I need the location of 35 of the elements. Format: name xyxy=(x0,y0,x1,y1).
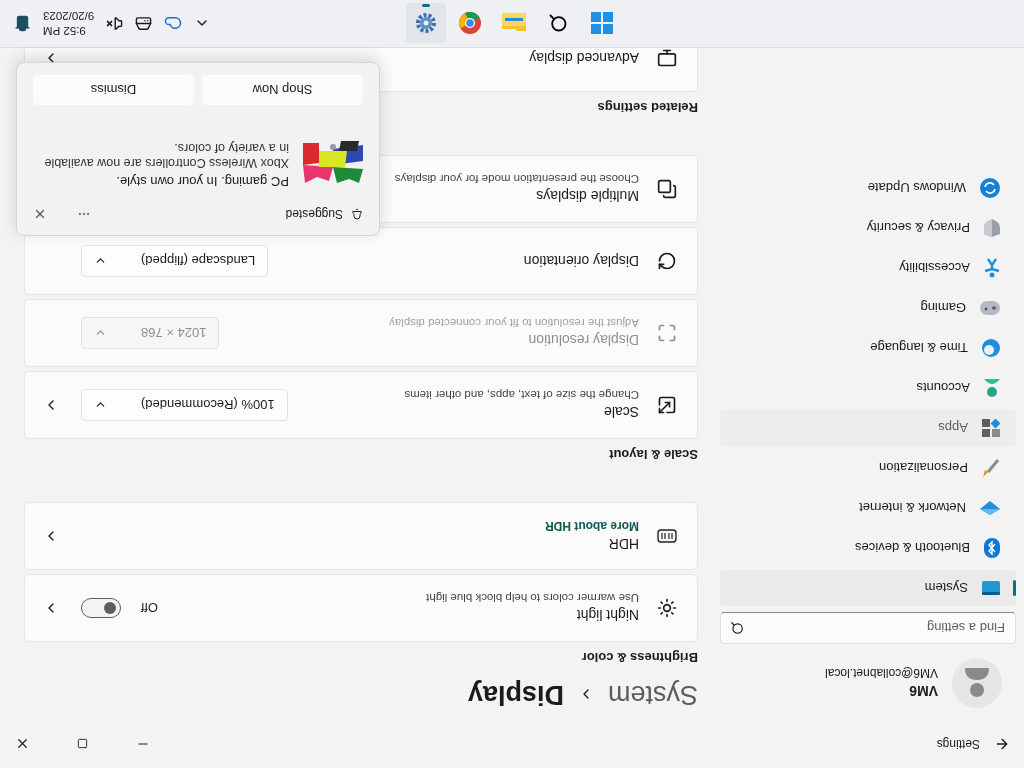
setting-description: Use warmer colors to help block blue light xyxy=(426,592,639,605)
notification-title: PC gaming. In your own style. xyxy=(115,174,289,189)
section-heading: Brightness & color xyxy=(581,650,698,665)
setting-title: HDR xyxy=(608,536,639,553)
nav-label: Accounts xyxy=(916,380,970,396)
window-title: Settings xyxy=(935,737,980,751)
setting-title: Advanced display xyxy=(529,50,639,66)
time-text: 9:52 PM xyxy=(43,25,86,37)
nav-label: Network & internet xyxy=(859,500,966,516)
section-heading: Scale & layout xyxy=(609,447,698,462)
nav-label: System xyxy=(924,580,968,596)
user-name: VM6 xyxy=(908,683,938,700)
nav-label: Time & language xyxy=(870,340,968,356)
nav-label: Bluetooth & devices xyxy=(855,540,970,556)
setting-title: Scale xyxy=(603,404,639,421)
nav-label: Windows Update xyxy=(867,180,966,196)
setting-title: Multiple displays xyxy=(536,188,639,205)
toggle-state: Off xyxy=(141,600,159,616)
date-text: 9/20/2023 xyxy=(43,10,95,22)
notification-body: Xbox Wireless Controllers are now available in a variety of colors. xyxy=(43,140,289,170)
section-heading: Related settings xyxy=(597,100,698,115)
setting-description: Change the size of text, apps, and other items xyxy=(404,389,639,402)
nav-label: Apps xyxy=(938,420,968,436)
setting-title: Night light xyxy=(576,607,639,624)
nav-label: Privacy & security xyxy=(866,220,970,236)
setting-title: Display orientation xyxy=(523,253,639,269)
setting-description: Choose the presentation mode for your displays xyxy=(394,173,639,186)
page-title: Display xyxy=(467,679,564,710)
nav-label: Accessibility xyxy=(899,260,970,276)
setting-title: Display resolution xyxy=(528,332,639,349)
nav-label: Personalization xyxy=(879,460,968,476)
setting-description: Adjust the resolution to fit your connected display xyxy=(389,317,639,330)
nav-label: Gaming xyxy=(920,300,966,316)
user-email: VM6@collabnet.local xyxy=(825,666,938,681)
notification-source: Suggested xyxy=(284,207,343,221)
